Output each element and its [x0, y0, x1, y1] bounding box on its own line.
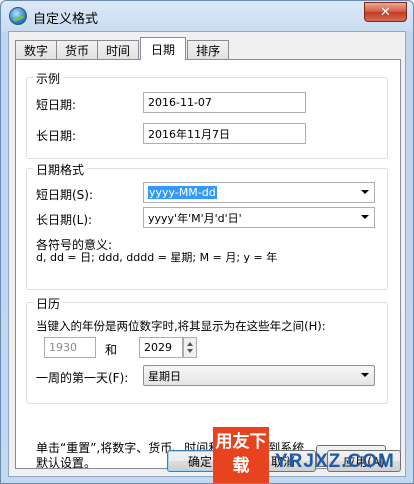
calendar-group: 日历 当键入的年份是两位数字时,将其显示为在这些年之间(H): 1930 和 2…: [26, 295, 388, 404]
tab-strip: 数字 货币 时间 日期 排序: [15, 37, 230, 60]
first-day-label: 一周的第一天(F):: [36, 371, 129, 385]
symbol-meaning-text: d, dd = 日; ddd, dddd = 星期; M = 月; y = 年: [36, 251, 278, 264]
tab-date[interactable]: 日期: [140, 37, 187, 60]
first-day-value: 星期日: [148, 369, 181, 383]
and-label: 和: [105, 343, 118, 357]
two-digit-year-label: 当键入的年份是两位数字时,将其显示为在这些年之间(H):: [36, 319, 326, 333]
chevron-down-icon[interactable]: [361, 373, 369, 377]
example-long-value: 2016年11月7日: [143, 123, 306, 144]
spin-down-icon[interactable]: [187, 349, 193, 353]
short-date-combo[interactable]: yyyy-MM-dd: [143, 182, 375, 203]
tab-time[interactable]: 时间: [97, 40, 140, 60]
close-button[interactable]: ✕: [364, 2, 407, 22]
window-title: 自定义格式: [33, 12, 99, 27]
example-group-title: 示例: [33, 70, 64, 87]
chevron-down-icon[interactable]: [361, 190, 369, 194]
example-short-label: 短日期:: [36, 98, 77, 112]
tab-number[interactable]: 数字: [15, 40, 58, 60]
title-bar[interactable]: 自定义格式 ✕: [1, 1, 413, 31]
year-to-spinner[interactable]: [183, 337, 197, 358]
watermark: 用友下载 YRJXZ.COM: [213, 427, 413, 483]
calendar-group-title: 日历: [33, 295, 64, 312]
date-tab-panel: 示例 短日期: 2016-11-07 长日期: 2016年11月7日 日期格式 …: [15, 59, 401, 470]
first-day-combo[interactable]: 星期日: [143, 365, 375, 386]
long-date-label: 长日期(L):: [36, 213, 93, 227]
tab-currency[interactable]: 货币: [56, 40, 99, 60]
example-short-value: 2016-11-07: [143, 92, 306, 113]
date-format-group-title: 日期格式: [33, 161, 88, 178]
date-format-group: 日期格式 短日期(S): yyyy-MM-dd 长日期(L): yyyy'年'M…: [26, 161, 388, 290]
watermark-site: YRJXZ.COM: [275, 451, 395, 472]
dialog-window: 自定义格式 ✕ 数字 货币 时间 日期 排序 示例 短日期: 2016-11-0…: [0, 0, 414, 484]
tab-sort[interactable]: 排序: [187, 40, 230, 60]
spin-up-icon[interactable]: [187, 342, 193, 346]
example-long-label: 长日期:: [36, 129, 77, 143]
long-date-input[interactable]: yyyy'年'M'月'd'日': [148, 210, 242, 226]
example-group: 示例 短日期: 2016-11-07 长日期: 2016年11月7日: [26, 70, 388, 159]
watermark-badge: 用友下载: [213, 427, 269, 483]
short-date-label: 短日期(S):: [36, 188, 94, 202]
globe-icon: [9, 7, 27, 25]
chevron-down-icon[interactable]: [361, 215, 369, 219]
short-date-input[interactable]: yyyy-MM-dd: [148, 186, 217, 199]
long-date-combo[interactable]: yyyy'年'M'月'd'日': [143, 207, 375, 228]
year-from-field: 1930: [44, 337, 96, 358]
dialog-client: 数字 货币 时间 日期 排序 示例 短日期: 2016-11-07 长日期: 2…: [8, 31, 406, 477]
year-to-field[interactable]: 2029: [139, 337, 183, 358]
